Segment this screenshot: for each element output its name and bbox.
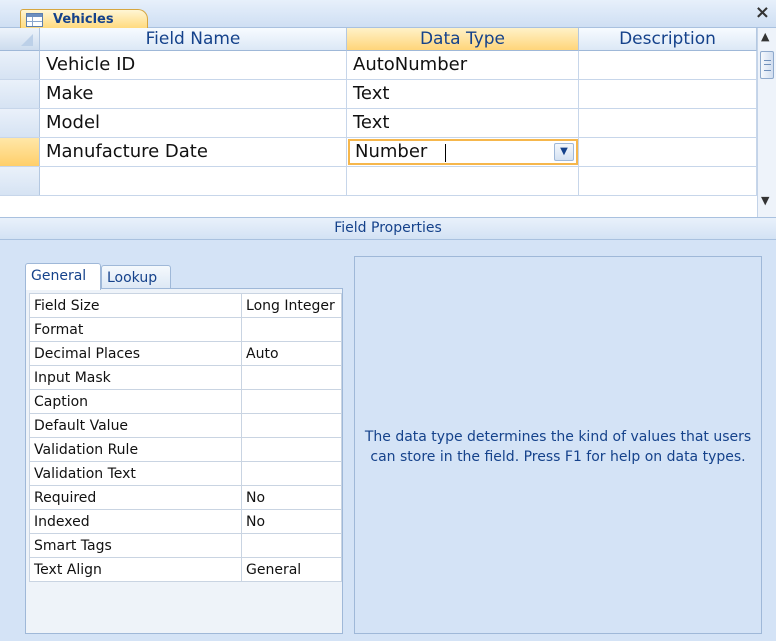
table-row[interactable]: Model Text [0,109,757,138]
row-selector[interactable] [0,80,40,108]
property-row[interactable]: Validation Text [28,461,342,486]
property-name: Input Mask [28,365,243,390]
property-name: Default Value [28,413,243,438]
property-name: Caption [28,389,243,414]
property-value[interactable] [241,533,342,558]
field-name-cell[interactable]: Vehicle ID [40,51,347,79]
property-row[interactable]: Text Align General [28,557,342,582]
vertical-scrollbar[interactable]: ▲ ▼ [757,28,776,217]
data-type-cell[interactable]: AutoNumber [347,51,579,79]
property-value[interactable] [241,317,342,342]
table-row-current[interactable]: Manufacture Date Number ▼ [0,138,757,167]
table-row[interactable]: Make Text [0,80,757,109]
property-name: Validation Text [28,461,243,486]
field-properties-header: Field Properties [0,217,776,240]
data-type-combobox[interactable]: Number ▼ [348,139,578,165]
data-type-cell[interactable]: Text [347,109,579,137]
document-tab-strip: Vehicles × [0,0,776,29]
property-name: Text Align [28,557,243,582]
field-name-cell[interactable]: Manufacture Date [40,138,347,166]
field-properties-area: General Lookup Field Size Long Integer Fo… [0,240,776,641]
data-type-cell[interactable] [347,167,579,195]
property-name: Smart Tags [28,533,243,558]
description-cell[interactable] [579,109,757,137]
property-name: Field Size [28,293,243,318]
property-value[interactable] [241,389,342,414]
row-selector-current[interactable] [0,138,40,166]
property-row[interactable]: Validation Rule [28,437,342,462]
data-type-cell[interactable]: Text [347,80,579,108]
property-name: Validation Rule [28,437,243,462]
property-value[interactable]: Auto [241,341,342,366]
document-tab-vehicles[interactable]: Vehicles [20,9,148,29]
description-cell[interactable] [579,167,757,195]
table-icon [26,13,43,27]
property-row[interactable]: Decimal Places Auto [28,341,342,366]
column-header-data-type[interactable]: Data Type [347,28,579,51]
scroll-up-icon[interactable]: ▲ [761,30,769,43]
property-row[interactable]: Default Value [28,413,342,438]
tab-lookup[interactable]: Lookup [101,265,171,289]
document-tab-label: Vehicles [53,12,114,27]
property-sheet: Field Size Long Integer Format Decimal Pl… [25,288,343,634]
property-row[interactable]: Caption [28,389,342,414]
data-type-value: Number [355,141,428,162]
field-name-cell[interactable]: Model [40,109,347,137]
description-cell[interactable] [579,80,757,108]
property-row[interactable]: Format [28,317,342,342]
table-row[interactable]: Vehicle ID AutoNumber [0,51,757,80]
row-selector[interactable] [0,167,40,195]
field-name-cell[interactable] [40,167,347,195]
property-name: Required [28,485,243,510]
property-row[interactable]: Indexed No [28,509,342,534]
property-row[interactable]: Required No [28,485,342,510]
property-row[interactable]: Input Mask [28,365,342,390]
property-value[interactable]: General [241,557,342,582]
property-name: Indexed [28,509,243,534]
description-cell[interactable] [579,138,757,166]
chevron-down-icon[interactable]: ▼ [554,143,574,161]
field-name-cell[interactable]: Make [40,80,347,108]
scroll-down-icon[interactable]: ▼ [761,194,769,207]
property-row[interactable]: Field Size Long Integer [28,293,342,318]
select-all-corner[interactable] [0,28,40,51]
row-selector[interactable] [0,51,40,79]
property-name: Decimal Places [28,341,243,366]
table-row-new[interactable] [0,167,757,196]
property-value[interactable]: Long Integer [241,293,342,318]
help-text-panel: The data type determines the kind of val… [354,256,762,634]
column-header-description[interactable]: Description [579,28,757,51]
property-value[interactable] [241,365,342,390]
property-value[interactable]: No [241,509,342,534]
property-row[interactable]: Smart Tags [28,533,342,558]
description-cell[interactable] [579,51,757,79]
tab-general[interactable]: General [25,263,101,290]
property-value[interactable]: No [241,485,342,510]
property-value[interactable] [241,461,342,486]
field-design-grid: Field Name Data Type Description Vehicle… [0,28,776,217]
text-caret [445,144,446,162]
scroll-thumb[interactable] [760,51,774,79]
column-header-field-name[interactable]: Field Name [40,28,347,51]
property-value[interactable] [241,437,342,462]
property-value[interactable] [241,413,342,438]
help-text: The data type determines the kind of val… [364,429,752,465]
row-selector[interactable] [0,109,40,137]
property-table: Field Size Long Integer Format Decimal Pl… [28,293,342,582]
close-icon[interactable]: × [755,4,770,22]
property-name: Format [28,317,243,342]
